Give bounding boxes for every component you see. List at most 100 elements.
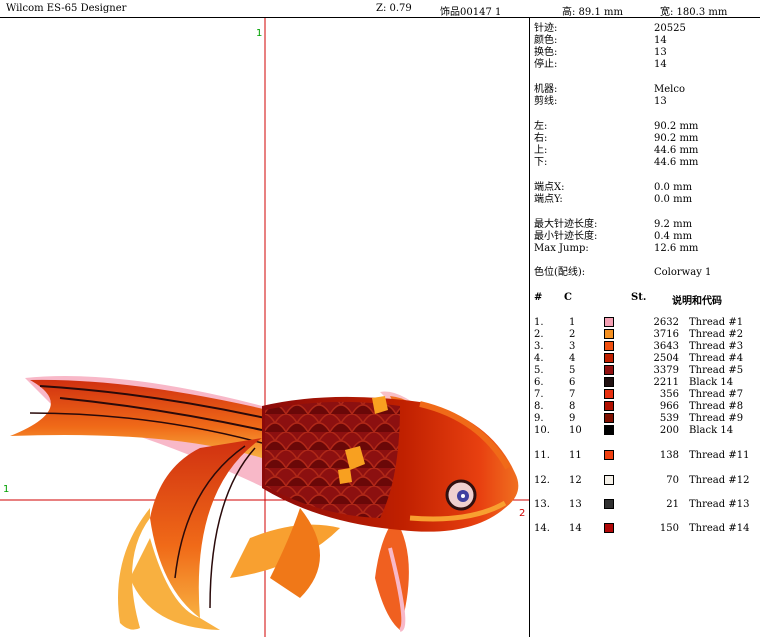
thread-color-swatch (604, 389, 614, 399)
thread-stitch-count: 2632 (653, 317, 679, 328)
thread-color-swatch (604, 499, 614, 509)
thread-stitch-count: 356 (659, 389, 679, 400)
thread-description: Thread #11 (689, 450, 750, 461)
thread-color-index: 13 (569, 499, 582, 510)
thread-stitch-count: 200 (659, 425, 679, 436)
thread-row[interactable]: 11. 11 138 Thread #11 (531, 450, 760, 462)
thread-stitch-count: 2504 (653, 353, 679, 364)
thread-stitch-count: 3643 (653, 341, 679, 352)
zoom-readout: Z: 0.79 (376, 3, 412, 14)
thread-stitch-count: 966 (659, 401, 679, 412)
thread-description: Thread #9 (689, 413, 744, 424)
thread-color-swatch (604, 475, 614, 485)
thread-color-swatch (604, 377, 614, 387)
thread-row[interactable]: 8. 8 966 Thread #8 (531, 401, 760, 413)
thread-row[interactable]: 4. 4 2504 Thread #4 (531, 353, 760, 365)
thread-description: Thread #7 (689, 389, 744, 400)
thread-num: 7. (534, 389, 544, 400)
col-header-c: C (564, 292, 572, 303)
height-readout: 高: 89.1 mm (562, 7, 623, 18)
thread-num: 9. (534, 413, 544, 424)
thread-row[interactable]: 1. 1 2632 Thread #1 (531, 317, 760, 329)
col-header-st: St. (631, 292, 647, 303)
thread-color-index: 12 (569, 475, 582, 486)
thread-description: Black 14 (689, 377, 734, 388)
thread-row[interactable]: 14. 14 150 Thread #14 (531, 523, 760, 535)
thread-stitch-count: 2211 (653, 377, 679, 388)
thread-stitch-count: 21 (666, 499, 679, 510)
thread-stitch-count: 3379 (653, 365, 679, 376)
thread-stitch-count: 3716 (653, 329, 679, 340)
thread-num: 12. (534, 475, 550, 486)
thread-color-swatch (604, 450, 614, 460)
thread-stitch-count: 150 (659, 523, 679, 534)
width-readout: 宽: 180.3 mm (660, 7, 728, 18)
thread-row[interactable]: 13. 13 21 Thread #13 (531, 499, 760, 511)
thread-description: Thread #14 (689, 523, 750, 534)
thread-description: Thread #1 (689, 317, 744, 328)
stat-row: 上: 44.6 mm (534, 145, 699, 156)
stat-row: 下: 44.6 mm (534, 157, 699, 168)
design-name: 饰品00147 1 (440, 7, 502, 18)
thread-row[interactable]: 6. 6 2211 Black 14 (531, 377, 760, 389)
axis-label-left: 1 (3, 484, 10, 495)
thread-row[interactable]: 10. 10 200 Black 14 (531, 425, 760, 437)
axis-label-right: 2 (519, 508, 526, 519)
col-header-desc: 说明和代码 (672, 296, 722, 307)
thread-description: Black 14 (689, 425, 734, 436)
thread-row[interactable]: 7. 7 356 Thread #7 (531, 389, 760, 401)
thread-description: Thread #2 (689, 329, 744, 340)
thread-color-index: 10 (569, 425, 582, 436)
stat-row: 右: 90.2 mm (534, 133, 699, 144)
fish-scales (265, 401, 400, 518)
stat-row: 最小针迹长度: 0.4 mm (534, 231, 693, 242)
thread-color-swatch (604, 523, 614, 533)
thread-row[interactable]: 3. 3 3643 Thread #3 (531, 341, 760, 353)
thread-num: 4. (534, 353, 544, 364)
thread-color-index: 6 (569, 377, 576, 388)
stat-row: Max Jump: 12.6 mm (534, 243, 699, 254)
thread-color-index: 4 (569, 353, 576, 364)
thread-num: 1. (534, 317, 544, 328)
thread-color-index: 11 (569, 450, 582, 461)
design-canvas[interactable]: 1 1 2 (0, 18, 530, 637)
thread-row[interactable]: 9. 9 539 Thread #9 (531, 413, 760, 425)
thread-color-swatch (604, 413, 614, 423)
thread-color-index: 1 (569, 317, 576, 328)
thread-color-index: 7 (569, 389, 576, 400)
stat-row: 机器: Melco (534, 84, 685, 95)
thread-row[interactable]: 2. 2 3716 Thread #2 (531, 329, 760, 341)
stat-row: 剪线: 13 (534, 96, 667, 107)
thread-color-swatch (604, 353, 614, 363)
thread-num: 5. (534, 365, 544, 376)
stat-row: 最大针迹长度: 9.2 mm (534, 219, 693, 230)
thread-num: 6. (534, 377, 544, 388)
embroidery-design (0, 18, 529, 637)
thread-stitch-count: 138 (659, 450, 679, 461)
stat-row: 针迹: 20525 (534, 23, 686, 34)
thread-color-swatch (604, 365, 614, 375)
axis-label-top: 1 (256, 28, 263, 39)
app-title: Wilcom ES-65 Designer (6, 3, 127, 14)
thread-color-swatch (604, 329, 614, 339)
thread-row[interactable]: 5. 5 3379 Thread #5 (531, 365, 760, 377)
thread-num: 3. (534, 341, 544, 352)
thread-row[interactable]: 12. 12 70 Thread #12 (531, 475, 760, 487)
thread-num: 13. (534, 499, 550, 510)
thread-color-index: 14 (569, 523, 582, 534)
thread-color-index: 9 (569, 413, 576, 424)
stat-row: 停止: 14 (534, 59, 667, 70)
thread-color-swatch (604, 401, 614, 411)
thread-description: Thread #4 (689, 353, 744, 364)
thread-num: 10. (534, 425, 550, 436)
col-header-num: # (534, 292, 543, 303)
thread-stitch-count: 539 (659, 413, 679, 424)
thread-color-index: 5 (569, 365, 576, 376)
thread-color-swatch (604, 341, 614, 351)
thread-num: 8. (534, 401, 544, 412)
thread-color-swatch (604, 317, 614, 327)
thread-color-index: 8 (569, 401, 576, 412)
thread-color-swatch (604, 425, 614, 435)
stat-row: 左: 90.2 mm (534, 121, 699, 132)
design-info-panel: 针迹: 20525 颜色: 14 换色: 13 停止: 14 机器: Melco 剪线: 1… (531, 18, 760, 637)
